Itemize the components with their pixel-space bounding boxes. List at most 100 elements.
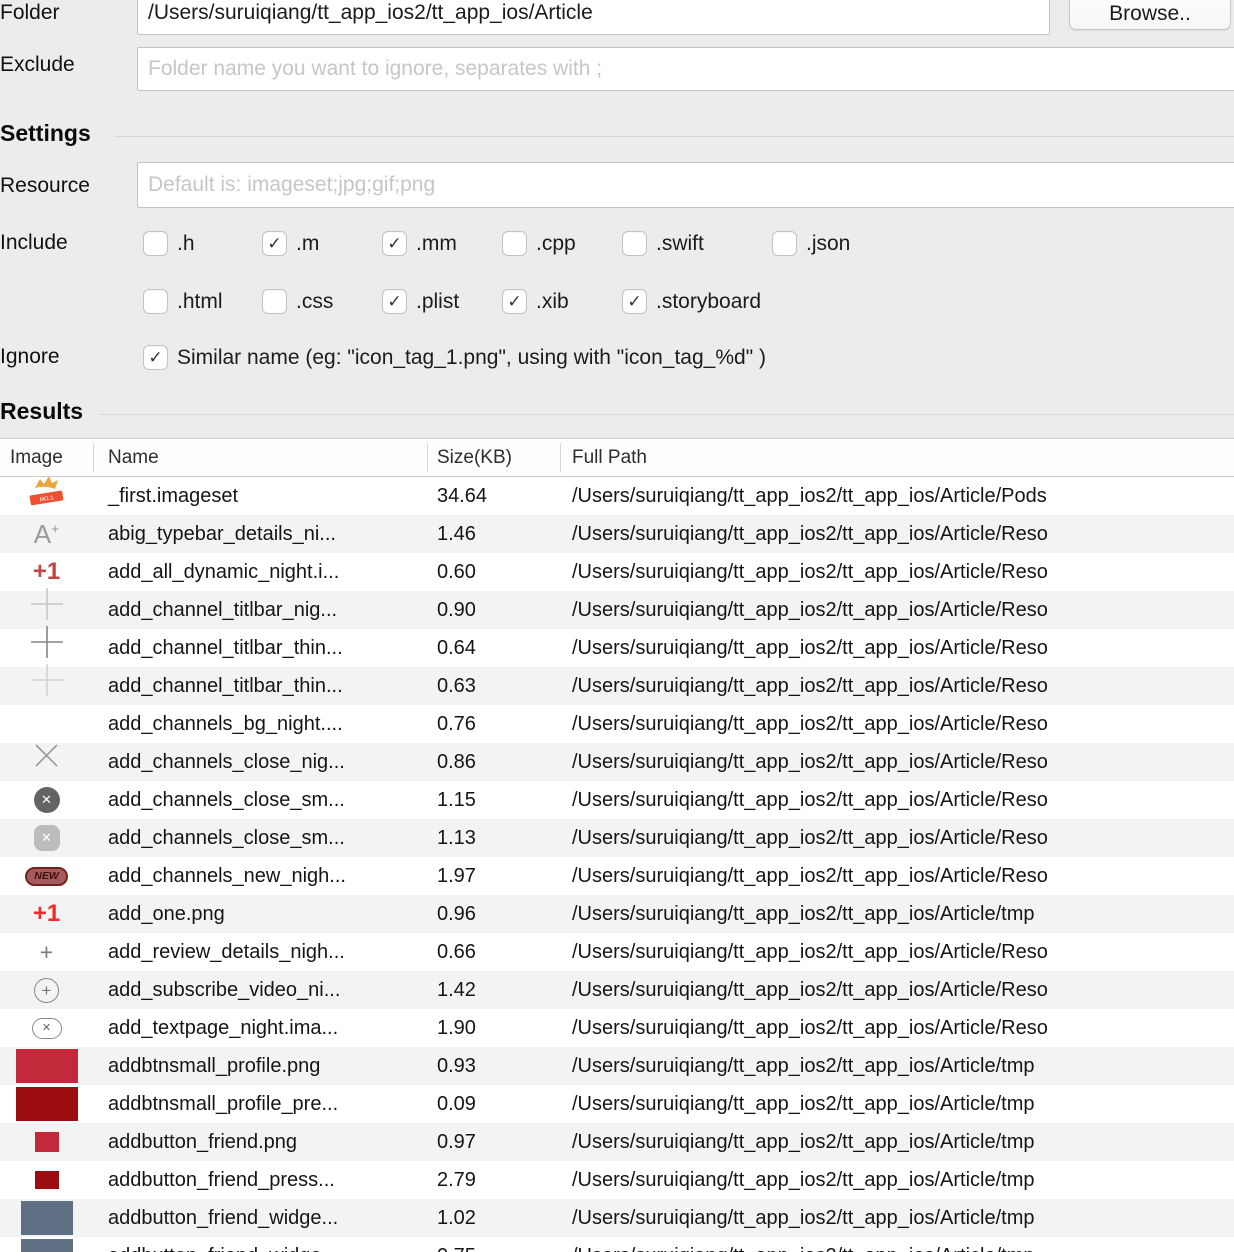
folder-label: Folder	[0, 1, 60, 24]
include-option-json[interactable]: .json	[772, 231, 892, 256]
checkbox[interactable]	[143, 231, 168, 256]
ignore-similar-option[interactable]: ✓ Similar name (eg: "icon_tag_1.png", us…	[143, 345, 766, 370]
checkbox[interactable]	[262, 289, 287, 314]
table-row[interactable]: add_channels_bg_night.... 0.76 /Users/su…	[0, 705, 1234, 743]
include-extensions-row-1: .h ✓ .m ✓ .mm .cpp .swift .json	[143, 231, 892, 256]
resource-path: /Users/suruiqiang/tt_app_ios2/tt_app_ios…	[572, 1055, 1035, 1077]
circle-plus-icon: +	[34, 977, 59, 1003]
new-badge-icon: NEW	[25, 866, 68, 886]
table-row[interactable]: NO.1 _first.imageset 34.64 /Users/suruiq…	[0, 477, 1234, 515]
table-row[interactable]: +1 add_one.png 0.96 /Users/suruiqiang/tt…	[0, 895, 1234, 933]
column-separator[interactable]	[93, 443, 94, 472]
settings-divider	[114, 136, 1234, 137]
resource-size: 1.46	[437, 523, 476, 545]
include-option-storyboard[interactable]: ✓ .storyboard	[622, 289, 761, 314]
resource-name: add_channels_close_sm...	[108, 789, 345, 811]
column-header-name[interactable]: Name	[108, 439, 159, 477]
unused-resources-window: Folder Browse.. Exclude Settings Resourc…	[0, 0, 1234, 1252]
resource-size: 2.79	[437, 1169, 476, 1191]
checkbox-label: .h	[177, 231, 195, 255]
table-row[interactable]: addbtnsmall_profile.png 0.93 /Users/suru…	[0, 1047, 1234, 1085]
browse-button[interactable]: Browse..	[1069, 0, 1231, 30]
results-table-header: Image Name Size(KB) Full Path	[0, 438, 1234, 477]
resource-path: /Users/suruiqiang/tt_app_ios2/tt_app_ios…	[572, 941, 1048, 963]
include-option-h[interactable]: .h	[143, 231, 262, 256]
resource-name: addbtnsmall_profile.png	[108, 1055, 321, 1077]
table-row[interactable]: +1 add_all_dynamic_night.i... 0.60 /User…	[0, 553, 1234, 591]
resource-name: _first.imageset	[108, 485, 239, 507]
table-row[interactable]: A+ abig_typebar_details_ni... 1.46 /User…	[0, 515, 1234, 553]
checkbox[interactable]	[502, 231, 527, 256]
table-row[interactable]: addbutton_friend_press... 2.79 /Users/su…	[0, 1161, 1234, 1199]
resource-name: add_channels_new_nigh...	[108, 865, 346, 887]
checkbox[interactable]: ✓	[262, 231, 287, 256]
include-option-xib[interactable]: ✓ .xib	[502, 289, 622, 314]
resource-size: 1.13	[437, 827, 476, 849]
column-header-size[interactable]: Size(KB)	[437, 439, 512, 477]
rect-icon	[34, 1132, 59, 1152]
table-row[interactable]: + add_subscribe_video_ni... 1.42 /Users/…	[0, 971, 1234, 1009]
checkbox[interactable]: ✓	[382, 289, 407, 314]
table-row[interactable]: add_channel_titlbar_nig... 0.90 /Users/s…	[0, 587, 1234, 629]
column-separator[interactable]	[427, 443, 428, 472]
table-row[interactable]: ✕ add_channels_close_sm... 1.15 /Users/s…	[0, 781, 1234, 819]
table-row[interactable]: + add_review_details_nigh... 0.66 /Users…	[0, 933, 1234, 971]
include-label: Include	[0, 231, 68, 254]
checkbox-label: .m	[296, 231, 320, 255]
table-row[interactable]: addbtnsmall_profile_pre... 0.09 /Users/s…	[0, 1085, 1234, 1123]
folder-input[interactable]	[137, 0, 1050, 35]
ignore-label: Ignore	[0, 345, 60, 368]
resource-size: 1.02	[437, 1207, 476, 1229]
include-option-plist[interactable]: ✓ .plist	[382, 289, 502, 314]
x-filled-icon: ✕	[33, 787, 60, 813]
table-row[interactable]: add_channels_close_nig... 0.86 /Users/su…	[0, 743, 1234, 781]
column-separator[interactable]	[560, 443, 561, 472]
exclude-input[interactable]	[137, 47, 1234, 91]
resource-path: /Users/suruiqiang/tt_app_ios2/tt_app_ios…	[572, 1207, 1035, 1229]
resource-input[interactable]	[137, 162, 1234, 208]
oval-x-icon: ✕	[31, 1017, 62, 1039]
checkbox-label: .storyboard	[656, 289, 762, 313]
column-header-image[interactable]: Image	[10, 439, 63, 477]
include-option-html[interactable]: .html	[143, 289, 262, 314]
table-row[interactable]: ✕ add_textpage_night.ima... 1.90 /Users/…	[0, 1009, 1234, 1047]
resource-name: add_subscribe_video_ni...	[108, 979, 341, 1001]
resource-path: /Users/suruiqiang/tt_app_ios2/tt_app_ios…	[572, 979, 1048, 1001]
plus-small-icon: +	[39, 938, 54, 965]
table-row[interactable]: add_channel_titlbar_thin... 0.63 /Users/…	[0, 663, 1234, 705]
checkbox[interactable]	[772, 231, 797, 256]
checkbox[interactable]: ✓	[382, 231, 407, 256]
resource-name: addbutton_friend_press...	[108, 1169, 335, 1191]
table-row[interactable]: NEW add_channels_new_nigh... 1.97 /Users…	[0, 857, 1234, 895]
resource-name: addbutton_friend_widge...	[108, 1237, 338, 1252]
rect-icon	[20, 1239, 73, 1252]
resource-size: 1.42	[437, 979, 476, 1001]
checkbox[interactable]	[622, 231, 647, 256]
resource-size: 0.09	[437, 1093, 476, 1115]
include-option-swift[interactable]: .swift	[622, 231, 772, 256]
checkbox[interactable]: ✓	[622, 289, 647, 314]
column-header-fullpath[interactable]: Full Path	[572, 439, 647, 477]
resource-path: /Users/suruiqiang/tt_app_ios2/tt_app_ios…	[572, 1169, 1035, 1191]
checkbox[interactable]: ✓	[502, 289, 527, 314]
include-option-mm[interactable]: ✓ .mm	[382, 231, 502, 256]
ignore-similar-checkbox[interactable]: ✓	[143, 345, 168, 370]
resource-path: /Users/suruiqiang/tt_app_ios2/tt_app_ios…	[572, 637, 1048, 659]
include-option-css[interactable]: .css	[262, 289, 382, 314]
resource-name: abig_typebar_details_ni...	[108, 523, 336, 545]
resource-size: 0.90	[437, 599, 476, 621]
include-option-cpp[interactable]: .cpp	[502, 231, 622, 256]
table-row[interactable]: add_channel_titlbar_thin... 0.64 /Users/…	[0, 625, 1234, 667]
table-row[interactable]: ✕ add_channels_close_sm... 1.13 /Users/s…	[0, 819, 1234, 857]
table-row[interactable]: addbutton_friend_widge... 1.02 /Users/su…	[0, 1199, 1234, 1237]
resource-name: add_channel_titlbar_thin...	[108, 637, 343, 659]
table-row[interactable]: addbutton_friend_widge... 0.75 /Users/su…	[0, 1237, 1234, 1252]
table-row[interactable]: addbutton_friend.png 0.97 /Users/suruiqi…	[0, 1123, 1234, 1161]
resource-size: 0.66	[437, 941, 476, 963]
include-option-m[interactable]: ✓ .m	[262, 231, 382, 256]
checkbox-label: .plist	[416, 289, 460, 313]
checkbox[interactable]	[143, 289, 168, 314]
resource-name: add_channels_close_nig...	[108, 751, 345, 773]
resource-size: 1.90	[437, 1017, 476, 1039]
a-plus-icon: A+	[33, 519, 60, 549]
